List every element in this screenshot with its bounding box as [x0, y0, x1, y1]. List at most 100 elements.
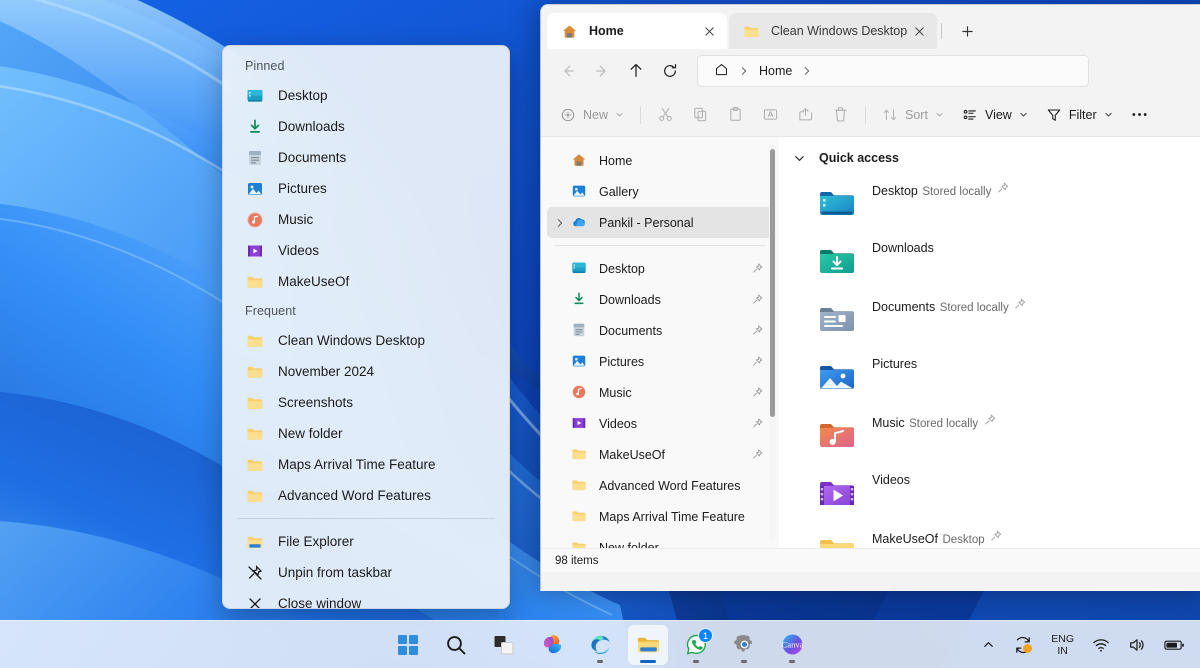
view-button-label: View	[984, 107, 1012, 122]
onedrive-tray-icon[interactable]	[1006, 627, 1040, 663]
battery-icon[interactable]	[1157, 627, 1192, 663]
jumplist-item-clean-windows-desktop[interactable]: Clean Windows Desktop	[223, 325, 509, 356]
show-hidden-icons-button[interactable]	[975, 627, 1002, 663]
nav-item-home[interactable]: Home	[547, 145, 773, 176]
volume-icon[interactable]	[1121, 627, 1153, 663]
jumplist-item-advanced-word-features[interactable]: Advanced Word Features	[223, 480, 509, 511]
chevron-right-icon[interactable]	[553, 216, 567, 230]
pin-icon[interactable]	[751, 293, 765, 307]
copy-button[interactable]	[683, 99, 718, 131]
task-view-button[interactable]	[484, 625, 524, 665]
search-button[interactable]	[436, 625, 476, 665]
pin-icon[interactable]	[989, 530, 1003, 547]
up-button[interactable]	[619, 55, 653, 87]
copilot-button[interactable]	[532, 625, 572, 665]
wifi-icon[interactable]	[1085, 627, 1117, 663]
start-button[interactable]	[388, 625, 428, 665]
quick-access-item-desktop[interactable]: Desktop Stored locally	[809, 177, 1085, 235]
back-button[interactable]	[551, 55, 585, 87]
jumplist-item-pictures[interactable]: Pictures	[223, 173, 509, 204]
quick-access-item-music[interactable]: Music Stored locally	[809, 409, 1085, 467]
quick-access-section-header[interactable]: Quick access	[779, 147, 1200, 169]
jumplist-action-file-explorer[interactable]: File Explorer	[223, 526, 509, 557]
desktop-folder-icon	[815, 181, 859, 225]
breadcrumb-item-home[interactable]: Home	[753, 61, 798, 81]
filter-button[interactable]: Filter	[1037, 99, 1122, 131]
whatsapp-button[interactable]: 1	[676, 625, 716, 665]
pin-icon[interactable]	[751, 417, 765, 431]
chevron-down-icon[interactable]	[793, 152, 806, 165]
tab-close-icon[interactable]	[907, 19, 931, 43]
nav-item-documents[interactable]: Documents	[547, 315, 773, 346]
jumplist-item-videos[interactable]: Videos	[223, 235, 509, 266]
breadcrumb-home-icon[interactable]	[708, 59, 735, 83]
nav-item-makeuseof[interactable]: MakeUseOf	[547, 439, 773, 470]
nav-item-new-folder[interactable]: New folder	[547, 532, 773, 548]
forward-button[interactable]	[585, 55, 619, 87]
tab-home[interactable]: Home	[547, 13, 727, 49]
jumplist-item-makeuseof[interactable]: MakeUseOf	[223, 266, 509, 297]
desktop-screen: Pinned Desktop Downloads Documents Pictu…	[0, 0, 1200, 668]
pin-icon[interactable]	[751, 355, 765, 369]
pin-icon[interactable]	[751, 262, 765, 276]
pin-icon[interactable]	[751, 324, 765, 338]
quick-access-item-downloads[interactable]: Downloads	[809, 235, 1085, 293]
nav-item-downloads[interactable]: Downloads	[547, 284, 773, 315]
breadcrumb-separator-icon[interactable]	[801, 66, 813, 76]
sort-button-label: Sort	[905, 107, 928, 122]
videos-icon	[245, 241, 264, 260]
nav-item-music[interactable]: Music	[547, 377, 773, 408]
quick-access-item-pictures[interactable]: Pictures	[809, 351, 1085, 409]
nav-item-videos[interactable]: Videos	[547, 408, 773, 439]
paste-button[interactable]	[718, 99, 753, 131]
quick-access-grid: Desktop Stored locally Downloads Documen…	[779, 169, 1200, 548]
new-tab-button[interactable]	[952, 16, 982, 46]
edge-button[interactable]	[580, 625, 620, 665]
nav-item-advanced-word-features[interactable]: Advanced Word Features	[547, 470, 773, 501]
jumplist-item-screenshots[interactable]: Screenshots	[223, 387, 509, 418]
nav-item-maps-arrival-time-feature[interactable]: Maps Arrival Time Feature	[547, 501, 773, 532]
jumplist-item-november-2024[interactable]: November 2024	[223, 356, 509, 387]
nav-pane-scrollbar-thumb[interactable]	[770, 149, 775, 417]
cut-button[interactable]	[648, 99, 683, 131]
new-button[interactable]: New	[551, 99, 633, 131]
nav-item-gallery[interactable]: Gallery	[547, 176, 773, 207]
pin-icon[interactable]	[1013, 298, 1027, 315]
pin-icon[interactable]	[751, 448, 765, 462]
quick-access-item-makeuseof[interactable]: MakeUseOf Desktop	[809, 525, 1085, 548]
folder-icon	[245, 331, 264, 350]
sort-button[interactable]: Sort	[873, 99, 953, 131]
rename-button[interactable]	[753, 99, 788, 131]
settings-button[interactable]	[724, 625, 764, 665]
pin-icon[interactable]	[751, 386, 765, 400]
see-more-button[interactable]	[1122, 99, 1157, 131]
canva-button[interactable]: Canva	[772, 625, 812, 665]
quick-access-item-documents[interactable]: Documents Stored locally	[809, 293, 1085, 351]
refresh-button[interactable]	[653, 55, 687, 87]
delete-button[interactable]	[823, 99, 858, 131]
jumplist-action-unpin-from-taskbar[interactable]: Unpin from taskbar	[223, 557, 509, 588]
jumplist-item-maps-arrival-time-feature[interactable]: Maps Arrival Time Feature	[223, 449, 509, 480]
nav-item-pankil-personal[interactable]: Pankil - Personal	[547, 207, 773, 238]
file-explorer-button[interactable]	[628, 624, 668, 665]
pin-icon[interactable]	[983, 414, 997, 431]
quick-access-item-videos[interactable]: Videos	[809, 467, 1085, 525]
nav-item-desktop[interactable]: Desktop	[547, 253, 773, 284]
pin-icon[interactable]	[996, 182, 1010, 199]
tab-clean-windows-desktop[interactable]: Clean Windows Desktop	[729, 13, 938, 49]
jumplist-item-music[interactable]: Music	[223, 204, 509, 235]
jumplist-item-downloads[interactable]: Downloads	[223, 111, 509, 142]
jumplist-item-documents[interactable]: Documents	[223, 142, 509, 173]
quick-access-item-name: Music	[872, 416, 905, 430]
nav-item-pictures[interactable]: Pictures	[547, 346, 773, 377]
view-button[interactable]: View	[953, 99, 1037, 131]
share-button[interactable]	[788, 99, 823, 131]
nav-pane-scrollbar[interactable]	[769, 145, 776, 540]
language-indicator[interactable]: ENG IN	[1044, 627, 1081, 663]
jumplist-item-label: Pictures	[278, 181, 327, 196]
tab-close-icon[interactable]	[697, 19, 721, 43]
jumplist-action-close-window[interactable]: Close window	[223, 588, 509, 608]
jumplist-item-desktop[interactable]: Desktop	[223, 80, 509, 111]
breadcrumb[interactable]: Home	[697, 55, 1089, 87]
jumplist-item-new-folder[interactable]: New folder	[223, 418, 509, 449]
